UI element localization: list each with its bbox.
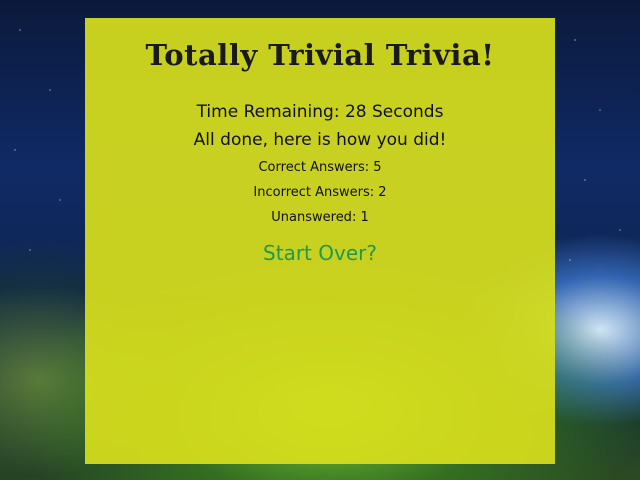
time-remaining-text: Time Remaining: 28 Seconds <box>196 102 444 122</box>
unanswered-count: Unanswered: 1 <box>271 210 369 225</box>
correct-answers-count: Correct Answers: 5 <box>258 160 382 175</box>
results-message: All done, here is how you did! <box>193 130 447 150</box>
game-title: Totally Trivial Trivia! <box>145 38 495 72</box>
trivia-panel: Totally Trivial Trivia! Time Remaining: … <box>85 18 555 464</box>
start-over-button[interactable]: Start Over? <box>263 241 377 265</box>
incorrect-answers-count: Incorrect Answers: 2 <box>253 185 387 200</box>
